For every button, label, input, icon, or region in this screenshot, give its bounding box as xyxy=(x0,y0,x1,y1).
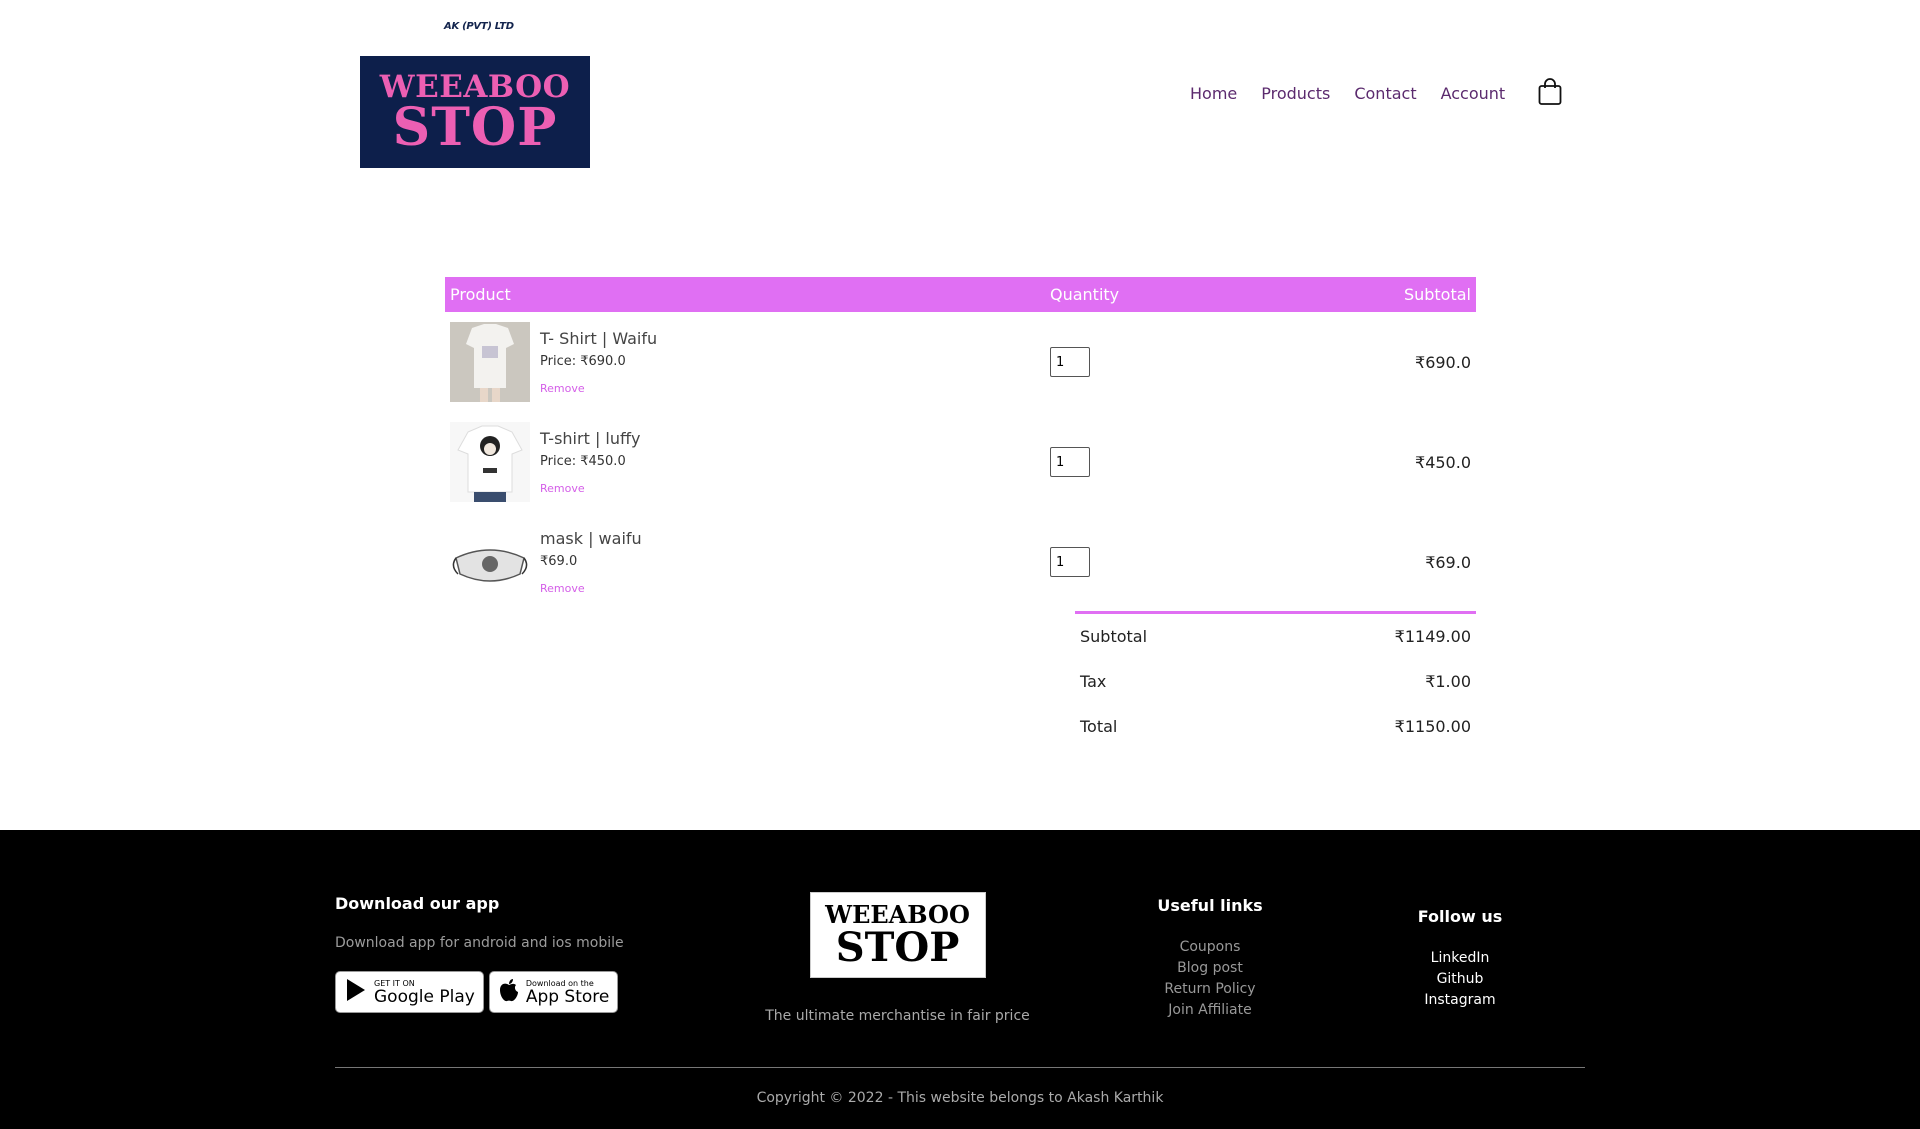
link-blog-post[interactable]: Blog post xyxy=(1140,958,1280,979)
site-footer: Download our app Download app for androi… xyxy=(0,830,1920,1129)
footer-app-subtitle: Download app for android and ios mobile xyxy=(335,935,624,951)
cart-row: mask | waifu ₹69.0 Remove ₹69.0 xyxy=(445,512,1476,612)
quantity-input[interactable] xyxy=(1050,547,1090,577)
footer-logo-line2: STOP xyxy=(835,924,960,971)
totals-label: Subtotal xyxy=(1080,627,1148,646)
link-coupons[interactable]: Coupons xyxy=(1140,937,1280,958)
app-store-button[interactable]: Download on the App Store xyxy=(488,971,619,1013)
cart-row: T- Shirt | Waifu Price: ₹690.0 Remove ₹6… xyxy=(445,312,1476,412)
product-price: ₹69.0 xyxy=(540,553,578,569)
product-name: mask | waifu xyxy=(540,528,642,548)
remove-link[interactable]: Remove xyxy=(540,382,585,395)
link-join-affiliate[interactable]: Join Affiliate xyxy=(1140,1000,1280,1021)
footer-follow-us: Follow us LinkedIn Github Instagram xyxy=(1390,907,1530,1011)
copyright-text: Copyright © 2022 - This website belongs … xyxy=(756,1090,1164,1106)
link-return-policy[interactable]: Return Policy xyxy=(1140,979,1280,1000)
footer-brand-section: WEEABOO STOP The ultimate merchantise in… xyxy=(760,892,1035,1024)
shopping-bag-icon[interactable] xyxy=(1538,78,1562,105)
nav-home[interactable]: Home xyxy=(1190,84,1237,103)
header-product: Product xyxy=(450,285,511,304)
nav-contact[interactable]: Contact xyxy=(1354,84,1416,103)
totals-label: Total xyxy=(1080,717,1118,736)
totals-value: ₹1150.00 xyxy=(1394,717,1471,736)
site-logo[interactable]: WEEABOO STOP xyxy=(360,56,590,168)
row-subtotal: ₹69.0 xyxy=(1425,552,1471,572)
totals-value: ₹1149.00 xyxy=(1394,627,1471,646)
product-image-waifu-mask xyxy=(450,522,530,602)
product-image-waifu-shirt xyxy=(450,322,530,402)
header-quantity: Quantity xyxy=(1050,285,1120,304)
footer-useful-links: Useful links Coupons Blog post Return Po… xyxy=(1140,896,1280,1021)
cart-row: T-shirt | luffy Price: ₹450.0 Remove ₹45… xyxy=(445,412,1476,512)
header-subtotal: Subtotal xyxy=(1403,285,1471,304)
nav-products[interactable]: Products xyxy=(1261,84,1330,103)
site-header: AK (PVT) LTD WEEABOO STOP Home Products … xyxy=(0,0,1920,180)
quantity-input[interactable] xyxy=(1050,347,1090,377)
link-linkedin[interactable]: LinkedIn xyxy=(1390,948,1530,969)
totals-value: ₹1.00 xyxy=(1425,672,1471,691)
useful-links-title: Useful links xyxy=(1157,896,1263,915)
footer-app-section: Download our app Download app for androi… xyxy=(335,894,624,1013)
main-nav: Home Products Contact Account xyxy=(1190,78,1920,105)
totals-label: Tax xyxy=(1080,672,1107,691)
cart-table-header: Product Quantity Subtotal xyxy=(445,277,1476,312)
row-subtotal: ₹690.0 xyxy=(1415,352,1471,372)
google-play-big: Google Play xyxy=(374,986,475,1007)
company-tagline: AK (PVT) LTD xyxy=(444,21,514,32)
totals-total-row: Total ₹1150.00 xyxy=(1075,704,1476,749)
link-instagram[interactable]: Instagram xyxy=(1390,990,1530,1011)
app-store-big: App Store xyxy=(525,986,610,1007)
nav-account[interactable]: Account xyxy=(1441,84,1506,103)
google-play-icon xyxy=(344,977,368,1007)
footer-app-title: Download our app xyxy=(335,894,500,913)
product-name: T- Shirt | Waifu xyxy=(540,328,658,348)
google-play-button[interactable]: GET IT ON Google Play xyxy=(335,971,484,1013)
quantity-input[interactable] xyxy=(1050,447,1090,477)
product-price: Price: ₹450.0 xyxy=(540,453,626,469)
totals-subtotal-row: Subtotal ₹1149.00 xyxy=(1075,614,1476,659)
row-subtotal: ₹450.0 xyxy=(1415,452,1471,472)
footer-tagline: The ultimate merchantise in fair price xyxy=(765,1008,1030,1024)
footer-logo: WEEABOO STOP xyxy=(809,892,986,978)
apple-icon xyxy=(498,977,520,1007)
footer-divider xyxy=(335,1067,1585,1068)
follow-us-title: Follow us xyxy=(1417,907,1503,926)
remove-link[interactable]: Remove xyxy=(540,482,585,495)
product-name: T-shirt | luffy xyxy=(540,428,641,448)
product-price: Price: ₹690.0 xyxy=(540,353,626,369)
link-github[interactable]: Github xyxy=(1390,969,1530,990)
product-image-luffy-shirt xyxy=(450,422,530,502)
remove-link[interactable]: Remove xyxy=(540,582,585,595)
cart-totals: Subtotal ₹1149.00 Tax ₹1.00 Total ₹1150.… xyxy=(1075,611,1476,749)
totals-tax-row: Tax ₹1.00 xyxy=(1075,659,1476,704)
cart-table: Product Quantity Subtotal T- Shirt | Wai… xyxy=(445,277,1476,612)
logo-text-line2: STOP xyxy=(392,96,558,158)
